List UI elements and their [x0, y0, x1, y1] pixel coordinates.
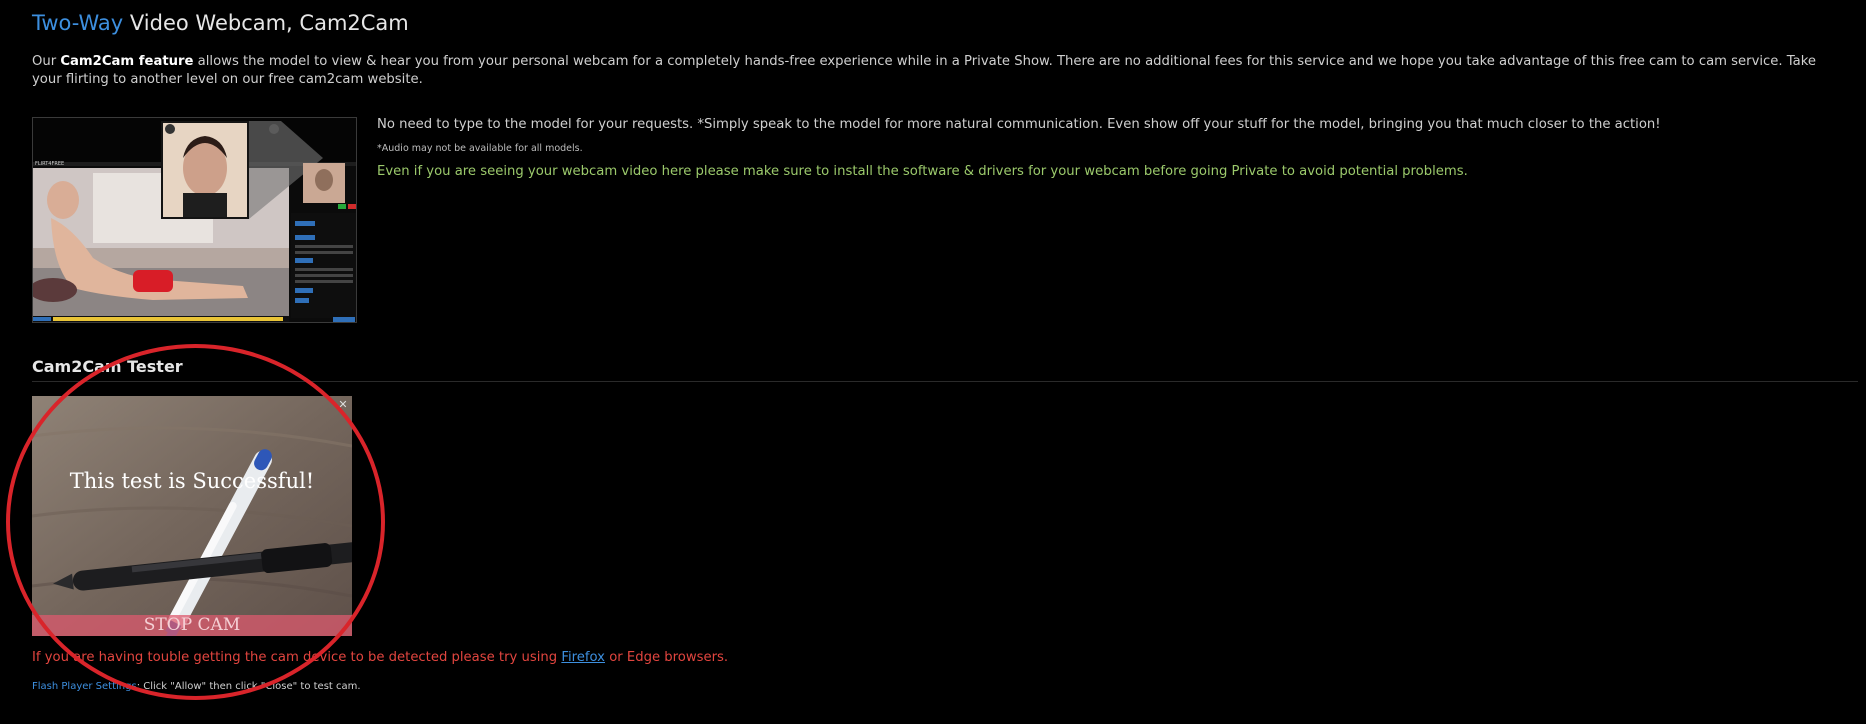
flash-settings-link[interactable]: Flash Player Settings	[32, 681, 137, 692]
flash-text: : Click "Allow" then click "Close" to te…	[136, 681, 361, 692]
browser-warning: If you are having touble getting the cam…	[32, 650, 728, 665]
close-icon[interactable]: ✕	[336, 398, 350, 412]
intro-bold: Cam2Cam feature	[60, 54, 194, 69]
intro-prefix: Our	[32, 54, 61, 69]
cam-tester-video: ✕ This test is Successful! STOP CAM	[32, 396, 352, 636]
driver-note: Even if you are seeing your webcam video…	[377, 164, 1468, 179]
page: Two-Way Video Webcam, Cam2Cam Our Cam2Ca…	[0, 0, 1866, 724]
audio-note: *Audio may not be available for all mode…	[377, 143, 583, 154]
stop-cam-button[interactable]: STOP CAM	[32, 615, 352, 636]
webcam-feed	[32, 396, 352, 636]
tester-section-title: Cam2Cam Tester	[32, 357, 183, 376]
preview-logo: FLIRT4FREE	[35, 161, 64, 167]
warning-suffix: or Edge browsers.	[605, 650, 729, 665]
warning-prefix: If you are having touble getting the cam…	[32, 650, 562, 665]
title-accent: Two-Way	[32, 11, 124, 35]
section-divider	[32, 381, 1858, 382]
info-description: No need to type to the model for your re…	[377, 117, 1661, 132]
cam2cam-preview-image: FLIRT4FREE	[32, 117, 357, 323]
preview-illustration: FLIRT4FREE	[33, 118, 356, 322]
info-block: No need to type to the model for your re…	[377, 116, 1837, 179]
intro-text: allows the model to view & hear you from…	[32, 54, 1817, 87]
flash-instructions: Flash Player Settings: Click "Allow" the…	[32, 681, 361, 692]
test-success-message: This test is Successful!	[69, 469, 315, 493]
firefox-link[interactable]: Firefox	[561, 650, 605, 665]
page-title: Two-Way Video Webcam, Cam2Cam	[32, 11, 409, 35]
intro-paragraph: Our Cam2Cam feature allows the model to …	[32, 53, 1822, 89]
title-text: Video Webcam, Cam2Cam	[123, 11, 409, 35]
